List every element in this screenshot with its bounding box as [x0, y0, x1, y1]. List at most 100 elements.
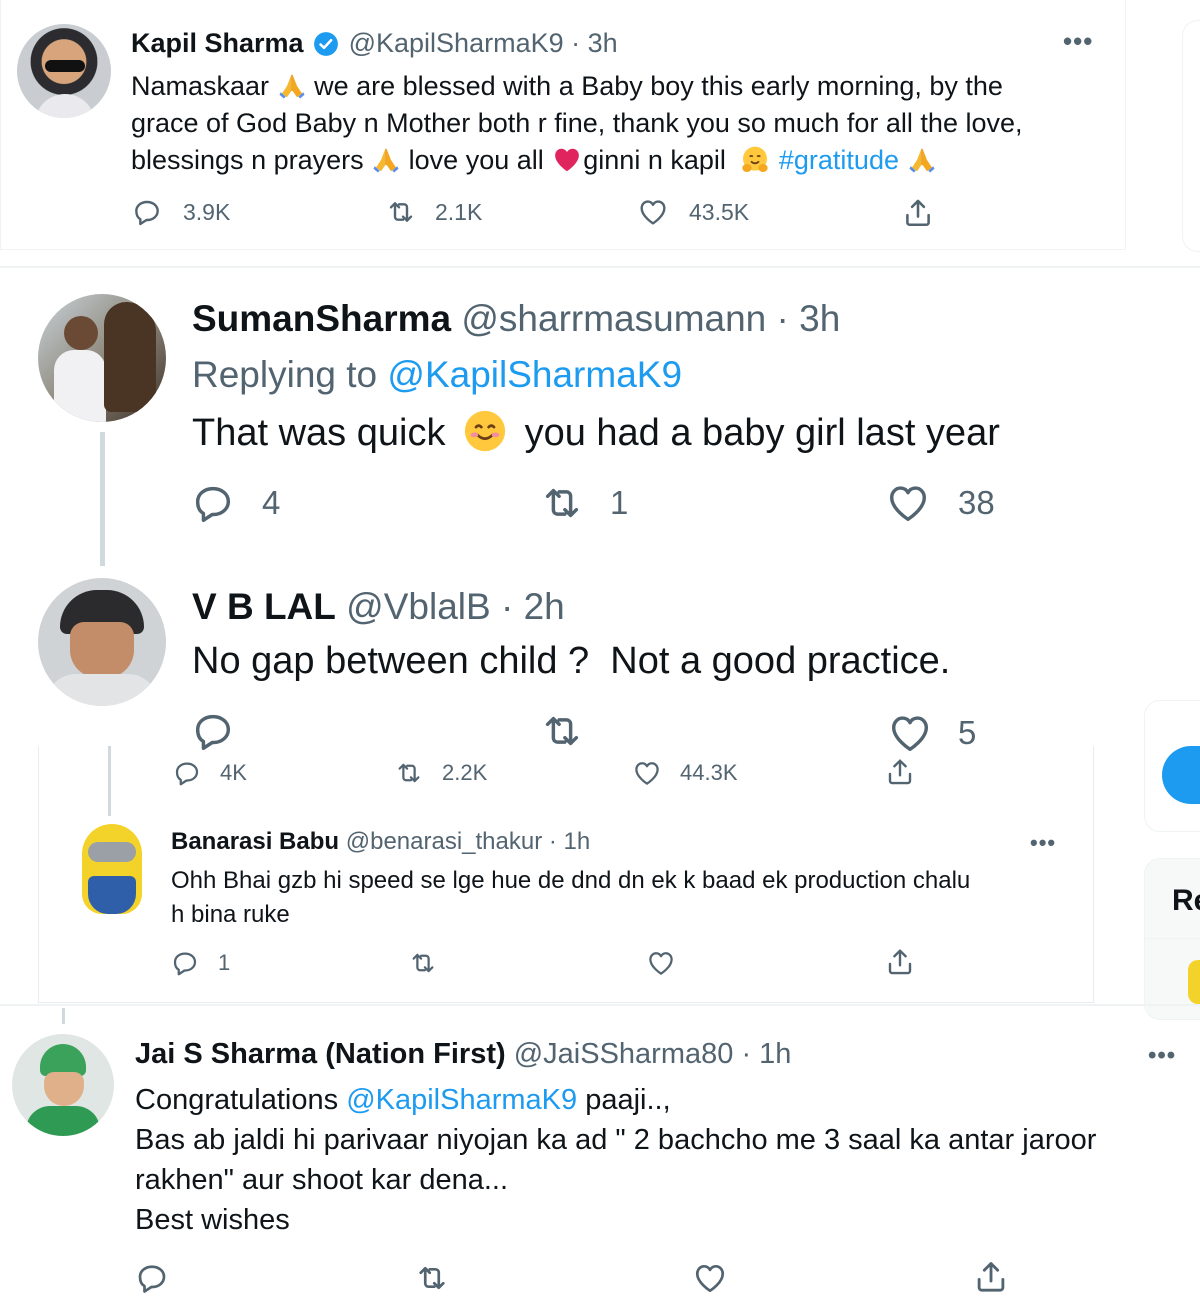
sidebar-heading: Re — [1172, 884, 1200, 917]
author-name[interactable]: Jai S Sharma (Nation First) — [135, 1038, 506, 1070]
author-handle[interactable]: @benarasi_thakur — [346, 828, 542, 855]
more-icon[interactable]: ••• — [1148, 1042, 1176, 1070]
like-icon — [637, 196, 669, 228]
author-name[interactable]: SumanSharma — [192, 298, 451, 339]
retweet-icon — [392, 758, 426, 788]
share-icon — [972, 1258, 1010, 1296]
tweet-time[interactable]: · 1h — [741, 1038, 791, 1070]
like-count: 44.3K — [680, 760, 738, 785]
sidebar-divider — [1144, 938, 1200, 939]
share-icon — [901, 196, 935, 230]
reply-button[interactable]: 1 — [170, 948, 230, 978]
avatar[interactable] — [17, 24, 111, 118]
retweet-count: 1 — [610, 484, 629, 521]
text-segment: That was quick — [192, 412, 446, 454]
avatar[interactable] — [12, 1034, 114, 1136]
page-divider — [0, 1004, 1200, 1006]
author-handle[interactable]: @JaiSSharma80 — [514, 1038, 734, 1070]
avatar[interactable] — [38, 294, 166, 422]
share-button[interactable] — [972, 1258, 1010, 1296]
reply-count: 4K — [220, 760, 247, 785]
share-button[interactable] — [884, 756, 916, 788]
mention-link[interactable]: @KapilSharmaK9 — [387, 354, 682, 395]
like-button[interactable]: 38 — [884, 480, 995, 526]
reply-icon — [134, 1260, 170, 1296]
author-handle[interactable]: @sharrmasumann — [461, 298, 766, 339]
face-shape — [44, 1072, 84, 1106]
reply-icon — [131, 196, 163, 228]
text-line: rakhen" aur shoot kar dena... — [135, 1164, 509, 1196]
like-button[interactable] — [646, 948, 676, 978]
author-name[interactable]: Banarasi Babu — [171, 828, 339, 855]
share-button[interactable] — [884, 946, 916, 978]
more-icon[interactable]: ••• — [1030, 830, 1056, 856]
reply-count: 1 — [218, 950, 231, 975]
reply-button[interactable]: 4 — [190, 480, 280, 526]
sidebar-avatar-edge — [1188, 960, 1200, 1004]
tweet-jai[interactable]: Jai S Sharma (Nation First) @JaiSSharma8… — [0, 1008, 1200, 1300]
author-handle[interactable]: @VblalB — [346, 586, 491, 627]
author-handle[interactable]: @KapilSharmaK9 — [349, 28, 564, 58]
share-icon — [884, 946, 916, 978]
horse-shape — [104, 302, 156, 412]
shirt-shape — [35, 94, 95, 118]
sunglasses-shape — [45, 60, 85, 72]
folded-hands-emoji — [277, 71, 307, 101]
tweet-time[interactable]: · 3h — [571, 28, 618, 58]
verified-badge-icon — [314, 32, 338, 56]
like-button[interactable]: 44.3K — [632, 758, 738, 788]
tweet-time[interactable]: · 2h — [501, 586, 565, 627]
retweet-button[interactable]: 1 — [536, 480, 628, 526]
tweet-text: Namaskaar we are blessed with a Baby boy… — [131, 68, 1023, 179]
reply-button[interactable]: 3.9K — [131, 196, 230, 228]
text-segment: ginni n kapil — [583, 145, 726, 175]
more-icon[interactable]: ••• — [1063, 26, 1093, 57]
face-shape — [70, 622, 134, 678]
text-segment: Namaskaar — [131, 71, 270, 101]
overalls-shape — [88, 876, 136, 914]
avatar[interactable] — [38, 578, 166, 706]
person-body-shape — [54, 350, 106, 422]
tweet-banarasi[interactable]: Banarasi Babu @benarasi_thakur · 1h ••• … — [40, 820, 1090, 1000]
author-name[interactable]: Kapil Sharma — [131, 28, 304, 58]
tweet-text: That was quick you had a baby girl last … — [192, 408, 1000, 455]
like-button[interactable]: 43.5K — [637, 196, 749, 228]
like-icon — [884, 480, 932, 526]
person-shape — [64, 316, 98, 350]
text-segment: paaji.., — [585, 1084, 671, 1116]
tweet-vblal[interactable]: V B LAL @VblalB · 2h No gap between chil… — [0, 570, 1200, 751]
avatar[interactable] — [82, 824, 142, 914]
text-segment: love you all — [408, 145, 544, 175]
replying-label: Replying to — [192, 354, 378, 395]
mention-link[interactable]: @KapilSharmaK9 — [346, 1084, 577, 1116]
retweet-button[interactable] — [406, 948, 440, 978]
tweet-suman[interactable]: SumanSharma @sharrmasumann · 3h Replying… — [0, 270, 1200, 570]
page-divider — [0, 266, 1200, 268]
reply-button[interactable]: 4K — [172, 758, 247, 788]
text-segment: Congratulations — [135, 1084, 339, 1116]
tweet-time[interactable]: · 1h — [549, 828, 590, 855]
like-button[interactable] — [692, 1260, 728, 1296]
shirt-shape — [26, 1106, 100, 1136]
folded-hands-emoji — [907, 145, 937, 175]
share-button[interactable] — [901, 196, 935, 230]
reply-icon — [170, 948, 200, 978]
replying-to: Replying to @KapilSharmaK9 — [192, 354, 682, 396]
retweet-button[interactable]: 2.1K — [383, 196, 482, 228]
tweet-text: Congratulations @KapilSharmaK9 paaji.., … — [135, 1080, 1096, 1240]
tweet-text: No gap between child ? Not a good practi… — [192, 640, 951, 682]
thread-line — [108, 746, 111, 816]
retweet-button[interactable]: 2.2K — [392, 758, 487, 788]
tweet-text: Ohh Bhai gzb hi speed se lge hue de dnd … — [171, 864, 970, 932]
reply-button[interactable] — [134, 1260, 170, 1296]
text-line: Ohh Bhai gzb hi speed se lge hue de dnd … — [171, 867, 971, 894]
tweet-time[interactable]: · 3h — [777, 298, 841, 339]
hashtag-link[interactable]: #gratitude — [779, 145, 899, 175]
retweet-count: 2.1K — [435, 198, 483, 225]
author-name[interactable]: V B LAL — [192, 586, 336, 627]
retweet-button[interactable] — [412, 1260, 452, 1296]
smiling-face-emoji — [464, 410, 506, 452]
text-segment: blessings n prayers — [131, 145, 364, 175]
sidebar-card-edge — [1182, 20, 1200, 252]
tweet-kapil[interactable]: Kapil Sharma @KapilSharmaK9 · 3h ••• Nam… — [0, 0, 1126, 250]
